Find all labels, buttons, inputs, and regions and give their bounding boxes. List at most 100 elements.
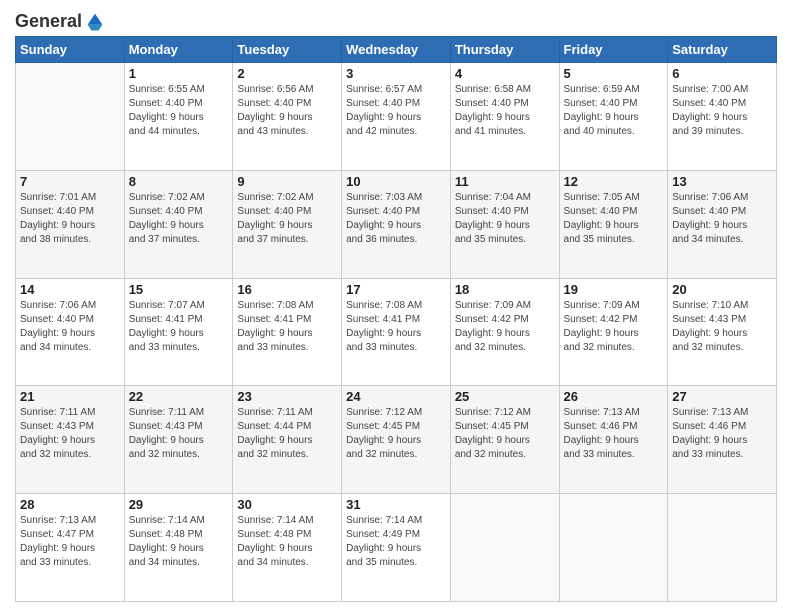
day-header-thursday: Thursday (450, 37, 559, 63)
day-header-friday: Friday (559, 37, 668, 63)
day-info: Sunrise: 7:05 AM Sunset: 4:40 PM Dayligh… (564, 191, 664, 247)
calendar-cell: 15 Sunrise: 7:07 AM Sunset: 4:41 PM Dayli… (124, 278, 233, 386)
day-info: Sunrise: 7:03 AM Sunset: 4:40 PM Dayligh… (346, 191, 446, 247)
day-info: Sunrise: 7:12 AM Sunset: 4:45 PM Dayligh… (346, 406, 446, 462)
calendar-cell: 9 Sunrise: 7:02 AM Sunset: 4:40 PM Daylig… (233, 170, 342, 278)
calendar-week-4: 21 Sunrise: 7:11 AM Sunset: 4:43 PM Dayli… (16, 386, 777, 494)
day-number: 24 (346, 389, 446, 404)
day-number: 21 (20, 389, 120, 404)
calendar-cell: 13 Sunrise: 7:06 AM Sunset: 4:40 PM Dayli… (668, 170, 777, 278)
day-number: 19 (564, 282, 664, 297)
day-number: 30 (237, 497, 337, 512)
calendar-cell: 17Sunrise: 7:08 AM Sunset: 4:41 PM Dayli… (342, 278, 451, 386)
day-info: Sunrise: 7:02 AM Sunset: 4:40 PM Dayligh… (237, 191, 337, 247)
calendar-cell: 29Sunrise: 7:14 AM Sunset: 4:48 PM Dayli… (124, 494, 233, 602)
day-info: Sunrise: 7:13 AM Sunset: 4:47 PM Dayligh… (20, 514, 120, 570)
calendar-cell: 20 Sunrise: 7:10 AM Sunset: 4:43 PM Dayli… (668, 278, 777, 386)
day-header-monday: Monday (124, 37, 233, 63)
calendar-cell: 24 Sunrise: 7:12 AM Sunset: 4:45 PM Dayli… (342, 386, 451, 494)
day-number: 18 (455, 282, 555, 297)
calendar-cell: 11 Sunrise: 7:04 AM Sunset: 4:40 PM Dayli… (450, 170, 559, 278)
calendar-cell: 14Sunrise: 7:06 AM Sunset: 4:40 PM Dayli… (16, 278, 125, 386)
logo-icon (84, 10, 106, 32)
calendar-cell: 27 Sunrise: 7:13 AM Sunset: 4:46 PM Dayli… (668, 386, 777, 494)
day-number: 14 (20, 282, 120, 297)
calendar-cell (668, 494, 777, 602)
day-number: 31 (346, 497, 446, 512)
day-info: Sunrise: 7:11 AM Sunset: 4:44 PM Dayligh… (237, 406, 337, 462)
day-info: Sunrise: 6:55 AM Sunset: 4:40 PM Dayligh… (129, 83, 229, 139)
day-info: Sunrise: 7:13 AM Sunset: 4:46 PM Dayligh… (564, 406, 664, 462)
calendar-cell: 3 Sunrise: 6:57 AM Sunset: 4:40 PM Daylig… (342, 63, 451, 171)
day-number: 1 (129, 66, 229, 81)
calendar-cell (16, 63, 125, 171)
day-number: 26 (564, 389, 664, 404)
day-header-tuesday: Tuesday (233, 37, 342, 63)
day-header-sunday: Sunday (16, 37, 125, 63)
calendar-cell: 10Sunrise: 7:03 AM Sunset: 4:40 PM Dayli… (342, 170, 451, 278)
day-info: Sunrise: 7:06 AM Sunset: 4:40 PM Dayligh… (672, 191, 772, 247)
calendar-cell: 23Sunrise: 7:11 AM Sunset: 4:44 PM Dayli… (233, 386, 342, 494)
day-info: Sunrise: 7:08 AM Sunset: 4:41 PM Dayligh… (237, 299, 337, 355)
day-info: Sunrise: 7:09 AM Sunset: 4:42 PM Dayligh… (455, 299, 555, 355)
day-number: 5 (564, 66, 664, 81)
day-number: 16 (237, 282, 337, 297)
calendar-body: 1 Sunrise: 6:55 AM Sunset: 4:40 PM Daylig… (16, 63, 777, 602)
calendar-cell: 28 Sunrise: 7:13 AM Sunset: 4:47 PM Dayli… (16, 494, 125, 602)
day-number: 29 (129, 497, 229, 512)
calendar-cell: 8 Sunrise: 7:02 AM Sunset: 4:40 PM Daylig… (124, 170, 233, 278)
calendar-cell: 19Sunrise: 7:09 AM Sunset: 4:42 PM Dayli… (559, 278, 668, 386)
day-number: 28 (20, 497, 120, 512)
day-number: 9 (237, 174, 337, 189)
day-info: Sunrise: 6:57 AM Sunset: 4:40 PM Dayligh… (346, 83, 446, 139)
day-number: 8 (129, 174, 229, 189)
day-number: 2 (237, 66, 337, 81)
day-info: Sunrise: 7:11 AM Sunset: 4:43 PM Dayligh… (20, 406, 120, 462)
logo: General (15, 10, 106, 28)
day-info: Sunrise: 6:58 AM Sunset: 4:40 PM Dayligh… (455, 83, 555, 139)
day-number: 27 (672, 389, 772, 404)
day-number: 22 (129, 389, 229, 404)
day-info: Sunrise: 7:04 AM Sunset: 4:40 PM Dayligh… (455, 191, 555, 247)
calendar-week-2: 7 Sunrise: 7:01 AM Sunset: 4:40 PM Daylig… (16, 170, 777, 278)
calendar-cell: 1 Sunrise: 6:55 AM Sunset: 4:40 PM Daylig… (124, 63, 233, 171)
day-info: Sunrise: 7:08 AM Sunset: 4:41 PM Dayligh… (346, 299, 446, 355)
day-number: 6 (672, 66, 772, 81)
day-info: Sunrise: 7:07 AM Sunset: 4:41 PM Dayligh… (129, 299, 229, 355)
day-number: 7 (20, 174, 120, 189)
calendar-cell: 5 Sunrise: 6:59 AM Sunset: 4:40 PM Daylig… (559, 63, 668, 171)
calendar-cell: 6Sunrise: 7:00 AM Sunset: 4:40 PM Daylig… (668, 63, 777, 171)
day-number: 13 (672, 174, 772, 189)
calendar-table: SundayMondayTuesdayWednesdayThursdayFrid… (15, 36, 777, 602)
calendar-cell: 18 Sunrise: 7:09 AM Sunset: 4:42 PM Dayli… (450, 278, 559, 386)
calendar-cell: 2 Sunrise: 6:56 AM Sunset: 4:40 PM Daylig… (233, 63, 342, 171)
day-info: Sunrise: 7:13 AM Sunset: 4:46 PM Dayligh… (672, 406, 772, 462)
calendar-cell: 25 Sunrise: 7:12 AM Sunset: 4:45 PM Dayli… (450, 386, 559, 494)
day-number: 4 (455, 66, 555, 81)
day-info: Sunrise: 7:11 AM Sunset: 4:43 PM Dayligh… (129, 406, 229, 462)
day-info: Sunrise: 6:59 AM Sunset: 4:40 PM Dayligh… (564, 83, 664, 139)
calendar-cell: 7 Sunrise: 7:01 AM Sunset: 4:40 PM Daylig… (16, 170, 125, 278)
calendar-cell: 16 Sunrise: 7:08 AM Sunset: 4:41 PM Dayli… (233, 278, 342, 386)
calendar-cell: 26 Sunrise: 7:13 AM Sunset: 4:46 PM Dayli… (559, 386, 668, 494)
day-number: 25 (455, 389, 555, 404)
day-header-saturday: Saturday (668, 37, 777, 63)
day-number: 11 (455, 174, 555, 189)
day-info: Sunrise: 6:56 AM Sunset: 4:40 PM Dayligh… (237, 83, 337, 139)
calendar-cell: 30Sunrise: 7:14 AM Sunset: 4:48 PM Dayli… (233, 494, 342, 602)
day-info: Sunrise: 7:12 AM Sunset: 4:45 PM Dayligh… (455, 406, 555, 462)
day-number: 15 (129, 282, 229, 297)
day-number: 3 (346, 66, 446, 81)
day-info: Sunrise: 7:14 AM Sunset: 4:49 PM Dayligh… (346, 514, 446, 570)
day-info: Sunrise: 7:01 AM Sunset: 4:40 PM Dayligh… (20, 191, 120, 247)
day-info: Sunrise: 7:10 AM Sunset: 4:43 PM Dayligh… (672, 299, 772, 355)
header: General (15, 10, 777, 28)
day-number: 20 (672, 282, 772, 297)
day-number: 12 (564, 174, 664, 189)
calendar-cell (450, 494, 559, 602)
calendar-cell: 21 Sunrise: 7:11 AM Sunset: 4:43 PM Dayli… (16, 386, 125, 494)
day-info: Sunrise: 7:02 AM Sunset: 4:40 PM Dayligh… (129, 191, 229, 247)
calendar-week-1: 1 Sunrise: 6:55 AM Sunset: 4:40 PM Daylig… (16, 63, 777, 171)
calendar-cell: 22 Sunrise: 7:11 AM Sunset: 4:43 PM Dayli… (124, 386, 233, 494)
logo-general: General (15, 11, 82, 32)
